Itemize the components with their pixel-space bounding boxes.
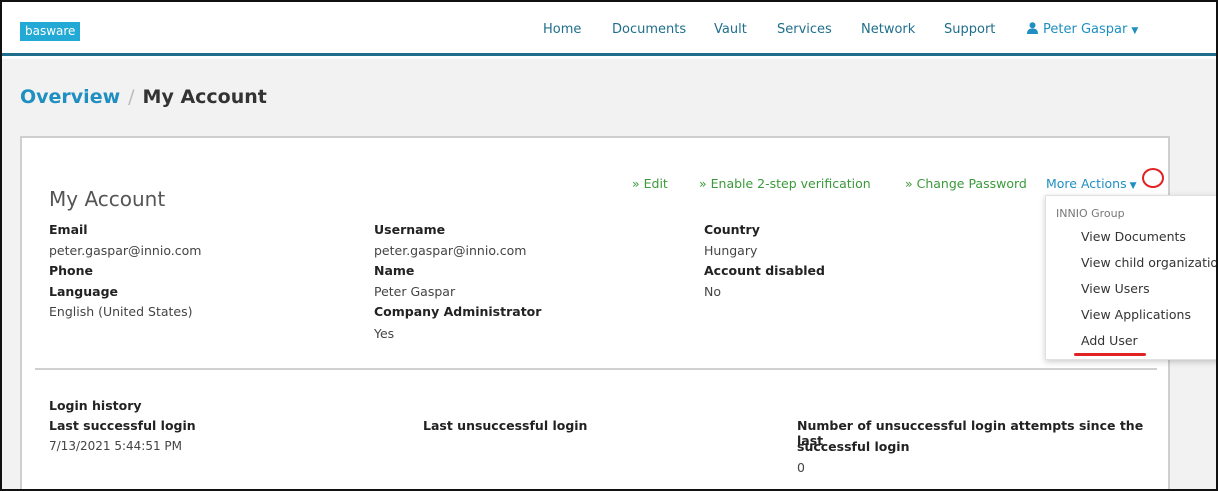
menu-item-view-child-organizations[interactable]: View child organizatio (1081, 255, 1216, 270)
red-underline-annotation (1074, 353, 1146, 356)
name-label: Name (374, 263, 415, 278)
nav-network[interactable]: Network (861, 22, 915, 37)
last-successful-login-value: 7/13/2021 5:44:51 PM (49, 439, 183, 453)
more-actions-dropdown: INNIO Group View Documents View child or… (1045, 195, 1216, 360)
email-label: Email (49, 222, 88, 237)
account-disabled-label: Account disabled (704, 263, 825, 278)
nav-home[interactable]: Home (543, 22, 581, 37)
dropdown-header: INNIO Group (1056, 207, 1125, 220)
username-label: Username (374, 222, 446, 237)
username-value: peter.gaspar@innio.com (374, 243, 527, 258)
card-title: My Account (49, 187, 166, 211)
nav-vault[interactable]: Vault (714, 22, 747, 37)
account-disabled-value: No (704, 284, 721, 299)
last-unsuccessful-login-label: Last unsuccessful login (423, 418, 588, 433)
section-divider (35, 368, 1157, 370)
last-successful-login-label: Last successful login (49, 418, 196, 433)
company-admin-value: Yes (374, 326, 395, 341)
caret-down-icon: ▼ (1131, 26, 1139, 36)
menu-item-add-user[interactable]: Add User (1081, 333, 1138, 348)
user-name: Peter Gaspar (1043, 22, 1128, 37)
breadcrumb: Overview / My Account (20, 86, 267, 108)
breadcrumb-separator: / (128, 86, 135, 108)
country-value: Hungary (704, 243, 758, 258)
enable-2step-link[interactable]: » Enable 2-step verification (699, 176, 871, 191)
country-label: Country (704, 222, 760, 237)
name-value: Peter Gaspar (374, 284, 456, 299)
person-icon (1027, 22, 1038, 34)
email-value: peter.gaspar@innio.com (49, 243, 202, 258)
top-navigation-bar: basware Home Documents Vault Services Ne… (2, 2, 1216, 56)
language-value: English (United States) (49, 304, 193, 319)
nav-services[interactable]: Services (777, 22, 832, 37)
more-actions-label: More Actions (1046, 176, 1127, 191)
caret-down-icon: ▼ (1129, 181, 1137, 191)
menu-item-view-applications[interactable]: View Applications (1081, 307, 1191, 322)
language-label: Language (49, 284, 119, 299)
user-menu[interactable]: Peter Gaspar ▼ (1027, 22, 1138, 37)
menu-item-view-documents[interactable]: View Documents (1081, 229, 1186, 244)
red-circle-annotation (1142, 168, 1164, 188)
menu-item-view-users[interactable]: View Users (1081, 281, 1150, 296)
app-window: basware Home Documents Vault Services Ne… (0, 0, 1218, 491)
breadcrumb-current: My Account (142, 86, 267, 108)
nav-support[interactable]: Support (944, 22, 995, 37)
nav-documents[interactable]: Documents (612, 22, 686, 37)
main-content: Overview / My Account My Account » Edit » … (2, 59, 1216, 489)
company-admin-label: Company Administrator (374, 304, 542, 319)
change-password-link[interactable]: » Change Password (905, 176, 1027, 191)
unsuccessful-attempts-label-line2: successful login (797, 439, 910, 454)
login-history-title: Login history (49, 398, 142, 413)
phone-label: Phone (49, 263, 94, 278)
unsuccessful-attempts-value: 0 (797, 460, 805, 475)
breadcrumb-overview[interactable]: Overview (20, 86, 120, 108)
account-card: My Account » Edit » Enable 2-step verifi… (20, 136, 1170, 489)
basware-logo[interactable]: basware (20, 22, 81, 41)
edit-link[interactable]: » Edit (632, 176, 668, 191)
more-actions-button[interactable]: More Actions ▼ (1046, 176, 1137, 191)
